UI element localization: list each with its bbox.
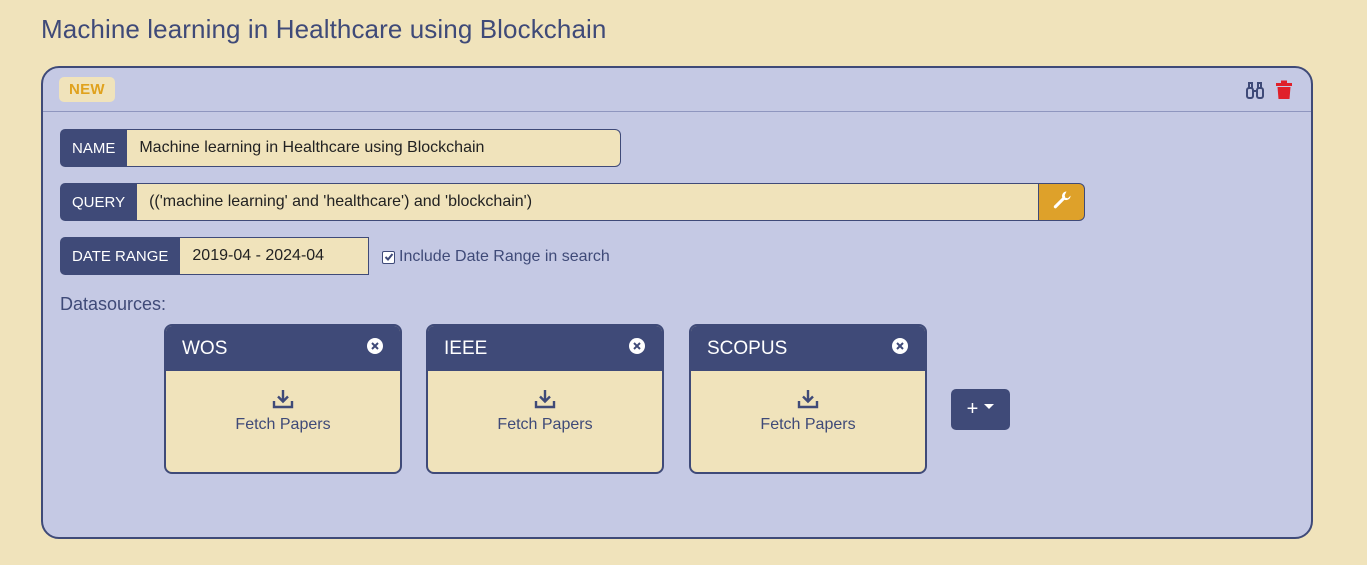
- caret-down-icon: [984, 404, 995, 409]
- search-card: NEW NAME Machine learning in Healthcare …: [41, 66, 1313, 539]
- close-icon[interactable]: [366, 337, 384, 361]
- name-label: NAME: [60, 129, 128, 167]
- datasource-name: SCOPUS: [707, 337, 788, 359]
- datasource-name: IEEE: [444, 337, 488, 359]
- wrench-icon: [1052, 190, 1072, 215]
- fetch-papers-label: Fetch Papers: [235, 416, 331, 433]
- date-range-row: DATE RANGE 2019-04 - 2024-04: [60, 237, 370, 275]
- date-range-label: DATE RANGE: [60, 237, 181, 275]
- query-row: QUERY (('machine learning' and 'healthca…: [60, 183, 1086, 221]
- fetch-papers-button[interactable]: Fetch Papers: [428, 371, 662, 434]
- include-date-range: Include Date Range in search: [382, 248, 610, 266]
- datasource-name: WOS: [182, 337, 228, 359]
- datasource-card-wos: WOS Fetch Papers: [164, 324, 402, 474]
- date-range-input[interactable]: 2019-04 - 2024-04: [180, 237, 370, 275]
- close-icon[interactable]: [628, 337, 646, 361]
- name-row: NAME Machine learning in Healthcare usin…: [60, 129, 622, 167]
- datasource-header: IEEE: [428, 326, 662, 371]
- download-icon: [534, 389, 556, 414]
- datasource-header: SCOPUS: [691, 326, 925, 371]
- datasource-card-scopus: SCOPUS Fetch Papers: [689, 324, 927, 474]
- datasource-header: WOS: [166, 326, 400, 371]
- header-actions: [1245, 80, 1293, 100]
- card-header: NEW: [43, 68, 1311, 112]
- download-icon: [272, 389, 294, 414]
- fetch-papers-label: Fetch Papers: [497, 416, 593, 433]
- include-date-range-checkbox[interactable]: [382, 250, 395, 264]
- datasource-card-ieee: IEEE Fetch Papers: [426, 324, 664, 474]
- close-icon[interactable]: [891, 337, 909, 361]
- trash-icon[interactable]: [1275, 80, 1293, 100]
- fetch-papers-button[interactable]: Fetch Papers: [691, 371, 925, 434]
- query-label: QUERY: [60, 183, 138, 221]
- add-datasource-button[interactable]: +: [951, 389, 1010, 430]
- fetch-papers-label: Fetch Papers: [760, 416, 856, 433]
- include-date-range-label[interactable]: Include Date Range in search: [399, 248, 610, 266]
- binoculars-icon[interactable]: [1245, 80, 1265, 100]
- status-badge: NEW: [59, 77, 115, 102]
- name-input[interactable]: Machine learning in Healthcare using Blo…: [127, 129, 622, 167]
- datasources-title: Datasources:: [60, 294, 167, 314]
- query-input[interactable]: (('machine learning' and 'healthcare') a…: [137, 183, 1040, 221]
- download-icon: [797, 389, 819, 414]
- add-datasource-label: +: [966, 398, 979, 420]
- page-title: Machine learning in Healthcare using Blo…: [41, 14, 607, 44]
- fetch-papers-button[interactable]: Fetch Papers: [166, 371, 400, 434]
- query-builder-button[interactable]: [1039, 183, 1086, 221]
